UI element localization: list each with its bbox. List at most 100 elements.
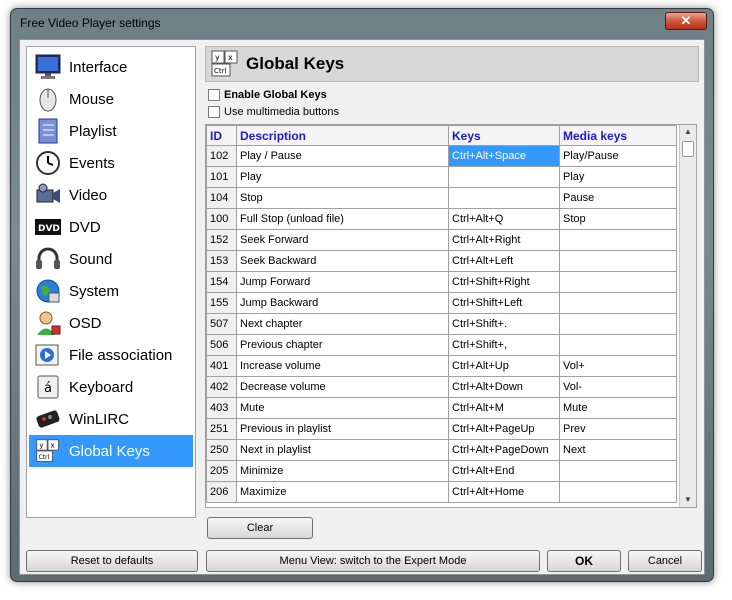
table-row[interactable]: 507 Next chapter Ctrl+Shift+. xyxy=(206,313,677,335)
cell-id[interactable]: 402 xyxy=(206,376,237,398)
cell-id[interactable]: 401 xyxy=(206,355,237,377)
checkbox-box[interactable] xyxy=(208,89,220,101)
table-row[interactable]: 251 Previous in playlist Ctrl+Alt+PageUp Pr… xyxy=(206,418,677,440)
cell-description[interactable]: Next chapter xyxy=(236,313,449,335)
cell-media-keys[interactable]: Vol- xyxy=(559,376,677,398)
cell-description[interactable]: Mute xyxy=(236,397,449,419)
cell-keys[interactable]: Ctrl+Alt+Q xyxy=(448,208,560,230)
sidebar-item-sound[interactable]: Sound xyxy=(29,243,193,275)
cell-media-keys[interactable]: Play xyxy=(559,166,677,188)
cell-id[interactable]: 152 xyxy=(206,229,237,251)
cell-id[interactable]: 153 xyxy=(206,250,237,272)
column-header-id[interactable]: ID xyxy=(206,125,237,146)
title-bar[interactable]: Free Video Player settings ✕ xyxy=(11,9,713,37)
cell-description[interactable]: Jump Backward xyxy=(236,292,449,314)
cell-description[interactable]: Previous chapter xyxy=(236,334,449,356)
table-row[interactable]: 100 Full Stop (unload file) Ctrl+Alt+Q Stop xyxy=(206,208,677,230)
cell-media-keys[interactable]: Vol+ xyxy=(559,355,677,377)
table-row[interactable]: 101 Play Play xyxy=(206,166,677,188)
table-row[interactable]: 401 Increase volume Ctrl+Alt+Up Vol+ xyxy=(206,355,677,377)
cancel-button[interactable]: Cancel xyxy=(628,550,702,572)
cell-media-keys[interactable] xyxy=(559,334,677,356)
column-header-media-keys[interactable]: Media keys xyxy=(559,125,677,146)
sidebar-item-video[interactable]: Video xyxy=(29,179,193,211)
cell-media-keys[interactable]: Pause xyxy=(559,187,677,209)
cell-keys[interactable]: Ctrl+Shift+Left xyxy=(448,292,560,314)
checkbox-box[interactable] xyxy=(208,106,220,118)
sidebar-item-keyboard[interactable]: á Keyboard xyxy=(29,371,193,403)
cell-keys[interactable]: Ctrl+Alt+PageDown xyxy=(448,439,560,461)
sidebar-item-global-keys[interactable]: y x Ctrl Global Keys xyxy=(29,435,193,467)
cell-id[interactable]: 102 xyxy=(206,145,237,167)
cell-id[interactable]: 506 xyxy=(206,334,237,356)
cell-media-keys[interactable] xyxy=(559,460,677,482)
sidebar-item-file-association[interactable]: File association xyxy=(29,339,193,371)
scroll-up-icon[interactable]: ▲ xyxy=(680,125,696,139)
cell-keys[interactable]: Ctrl+Shift+, xyxy=(448,334,560,356)
cell-description[interactable]: Previous in playlist xyxy=(236,418,449,440)
table-row[interactable]: 153 Seek Backward Ctrl+Alt+Left xyxy=(206,250,677,272)
vertical-scrollbar[interactable]: ▲ ▼ xyxy=(679,125,696,507)
scroll-down-icon[interactable]: ▼ xyxy=(680,493,696,507)
table-row[interactable]: 205 Minimize Ctrl+Alt+End xyxy=(206,460,677,482)
cell-media-keys[interactable] xyxy=(559,481,677,503)
cell-media-keys[interactable]: Mute xyxy=(559,397,677,419)
cell-keys[interactable]: Ctrl+Alt+End xyxy=(448,460,560,482)
cell-id[interactable]: 206 xyxy=(206,481,237,503)
cell-description[interactable]: Play xyxy=(236,166,449,188)
sidebar-item-playlist[interactable]: Playlist xyxy=(29,115,193,147)
column-header-description[interactable]: Description xyxy=(236,125,449,146)
ok-button[interactable]: OK xyxy=(547,550,621,572)
cell-id[interactable]: 403 xyxy=(206,397,237,419)
cell-id[interactable]: 250 xyxy=(206,439,237,461)
cell-keys[interactable]: Ctrl+Shift+. xyxy=(448,313,560,335)
cell-media-keys[interactable]: Prev xyxy=(559,418,677,440)
cell-keys[interactable]: Ctrl+Alt+PageUp xyxy=(448,418,560,440)
cell-media-keys[interactable] xyxy=(559,292,677,314)
cell-description[interactable]: Decrease volume xyxy=(236,376,449,398)
sidebar-item-dvd[interactable]: DVD DVD xyxy=(29,211,193,243)
table-row[interactable]: 250 Next in playlist Ctrl+Alt+PageDown Next xyxy=(206,439,677,461)
use-multimedia-checkbox[interactable]: Use multimedia buttons xyxy=(208,106,339,118)
cell-description[interactable]: Next in playlist xyxy=(236,439,449,461)
cell-keys[interactable]: Ctrl+Alt+Home xyxy=(448,481,560,503)
cell-keys[interactable]: Ctrl+Alt+Down xyxy=(448,376,560,398)
cell-keys[interactable]: Ctrl+Alt+Right xyxy=(448,229,560,251)
scrollbar-thumb[interactable] xyxy=(682,141,694,157)
sidebar-item-winlirc[interactable]: WinLIRC xyxy=(29,403,193,435)
cell-media-keys[interactable] xyxy=(559,271,677,293)
table-row[interactable]: 506 Previous chapter Ctrl+Shift+, xyxy=(206,334,677,356)
cell-media-keys[interactable] xyxy=(559,229,677,251)
enable-global-keys-checkbox[interactable]: Enable Global Keys xyxy=(208,89,327,101)
cell-description[interactable]: Maximize xyxy=(236,481,449,503)
table-row[interactable]: 104 Stop Pause xyxy=(206,187,677,209)
cell-id[interactable]: 154 xyxy=(206,271,237,293)
cell-media-keys[interactable] xyxy=(559,313,677,335)
cell-media-keys[interactable]: Stop xyxy=(559,208,677,230)
table-row[interactable]: 402 Decrease volume Ctrl+Alt+Down Vol- xyxy=(206,376,677,398)
cell-media-keys[interactable]: Play/Pause xyxy=(559,145,677,167)
cell-description[interactable]: Full Stop (unload file) xyxy=(236,208,449,230)
sidebar-item-interface[interactable]: Interface xyxy=(29,51,193,83)
table-row[interactable]: 155 Jump Backward Ctrl+Shift+Left xyxy=(206,292,677,314)
cell-id[interactable]: 507 xyxy=(206,313,237,335)
sidebar-item-events[interactable]: Events xyxy=(29,147,193,179)
column-header-keys[interactable]: Keys xyxy=(448,125,560,146)
sidebar-item-system[interactable]: System xyxy=(29,275,193,307)
cell-id[interactable]: 100 xyxy=(206,208,237,230)
cell-keys[interactable]: Ctrl+Alt+Left xyxy=(448,250,560,272)
cell-keys[interactable]: Ctrl+Alt+M xyxy=(448,397,560,419)
sidebar-item-osd[interactable]: OSD xyxy=(29,307,193,339)
sidebar-item-mouse[interactable]: Mouse xyxy=(29,83,193,115)
cell-description[interactable]: Increase volume xyxy=(236,355,449,377)
table-row[interactable]: 206 Maximize Ctrl+Alt+Home xyxy=(206,481,677,503)
cell-id[interactable]: 155 xyxy=(206,292,237,314)
table-row[interactable]: 403 Mute Ctrl+Alt+M Mute xyxy=(206,397,677,419)
reset-defaults-button[interactable]: Reset to defaults xyxy=(26,550,198,572)
cell-media-keys[interactable]: Next xyxy=(559,439,677,461)
cell-keys[interactable]: Ctrl+Alt+Space xyxy=(448,145,560,167)
clear-button[interactable]: Clear xyxy=(207,517,313,539)
cell-media-keys[interactable] xyxy=(559,250,677,272)
cell-id[interactable]: 101 xyxy=(206,166,237,188)
cell-description[interactable]: Jump Forward xyxy=(236,271,449,293)
